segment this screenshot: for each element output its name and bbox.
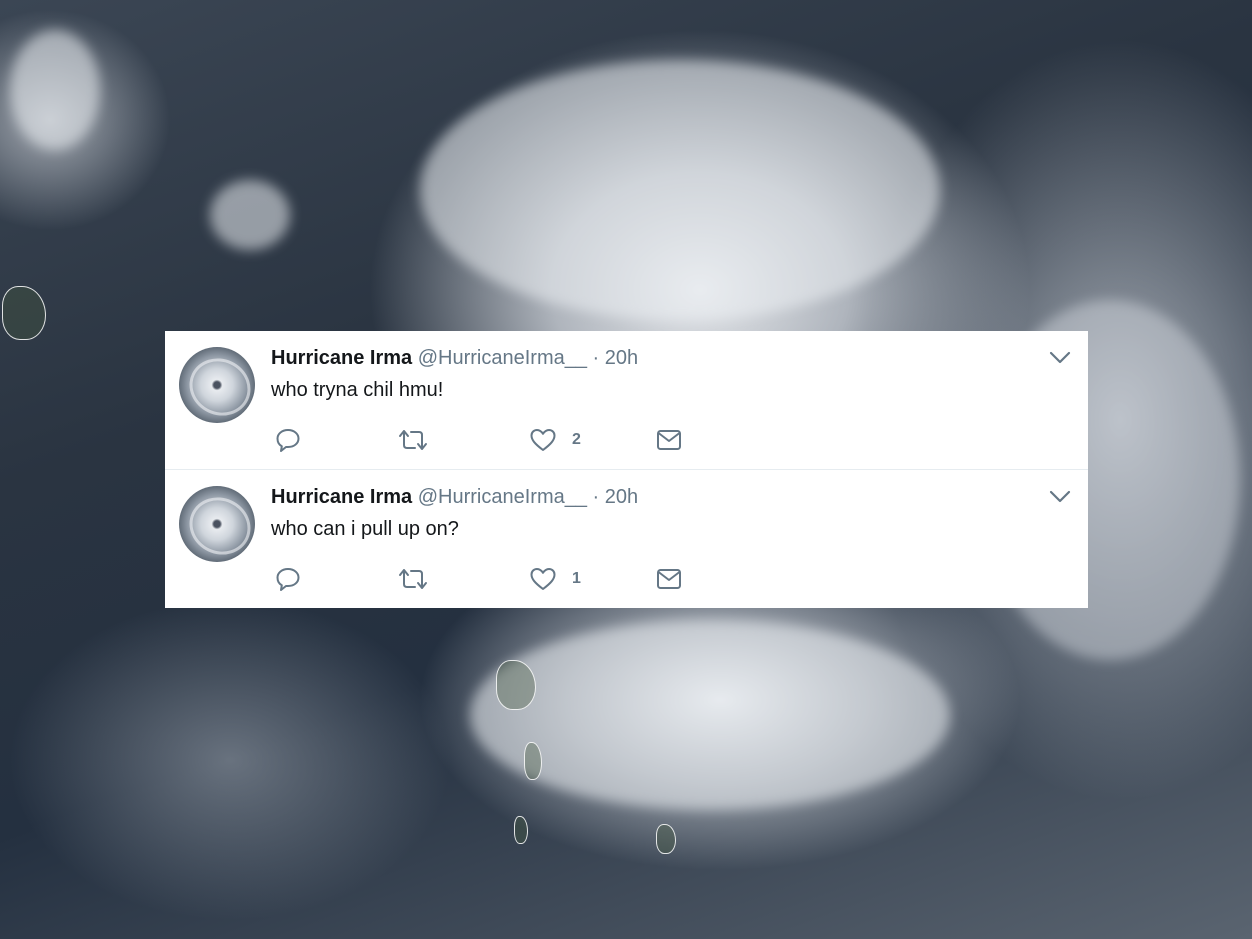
direct-message-button[interactable]	[655, 566, 683, 592]
tweet-text: who can i pull up on?	[271, 518, 459, 540]
tweet-header: Hurricane Irma @HurricaneIrma__ · 20h	[271, 484, 638, 510]
display-name[interactable]: Hurricane Irma	[271, 486, 412, 508]
island-outline	[656, 824, 676, 854]
tweet[interactable]: Hurricane Irma @HurricaneIrma__ · 20h wh…	[165, 331, 1088, 469]
like-count: 2	[572, 431, 581, 448]
island-outline	[514, 816, 528, 844]
separator: ·	[592, 486, 600, 508]
like-icon	[530, 429, 556, 451]
reply-icon	[276, 568, 300, 591]
direct-message-icon	[657, 569, 681, 589]
tweet-header: Hurricane Irma @HurricaneIrma__ · 20h	[271, 345, 638, 371]
like-button[interactable]	[529, 427, 557, 453]
cloud-band	[420, 60, 940, 320]
cloud-band	[470, 620, 950, 810]
timestamp[interactable]: 20h	[605, 486, 638, 508]
like-count: 1	[572, 570, 581, 587]
tweet[interactable]: Hurricane Irma @HurricaneIrma__ · 20h wh…	[165, 470, 1088, 608]
tweet-card: Hurricane Irma @HurricaneIrma__ · 20h wh…	[165, 331, 1088, 608]
direct-message-button[interactable]	[655, 427, 683, 453]
tweet-text: who tryna chil hmu!	[271, 379, 444, 401]
reply-button[interactable]	[275, 566, 301, 592]
reply-icon	[276, 429, 300, 452]
cloud-band	[210, 180, 290, 250]
chevron-down-icon[interactable]	[1049, 351, 1071, 365]
avatar[interactable]	[179, 486, 255, 562]
retweet-button[interactable]	[397, 427, 429, 453]
island-outline	[524, 742, 542, 780]
display-name[interactable]: Hurricane Irma	[271, 347, 412, 369]
island-outline	[496, 660, 536, 710]
avatar[interactable]	[179, 347, 255, 423]
reply-button[interactable]	[275, 427, 301, 453]
username[interactable]: @HurricaneIrma__	[418, 347, 587, 369]
retweet-button[interactable]	[397, 566, 429, 592]
timestamp[interactable]: 20h	[605, 347, 638, 369]
username[interactable]: @HurricaneIrma__	[418, 486, 587, 508]
like-button[interactable]	[529, 566, 557, 592]
like-icon	[530, 568, 556, 590]
cloud-band	[10, 30, 100, 150]
chevron-down-icon[interactable]	[1049, 490, 1071, 504]
separator: ·	[592, 347, 600, 369]
retweet-icon	[399, 430, 427, 450]
retweet-icon	[399, 569, 427, 589]
direct-message-icon	[657, 430, 681, 450]
